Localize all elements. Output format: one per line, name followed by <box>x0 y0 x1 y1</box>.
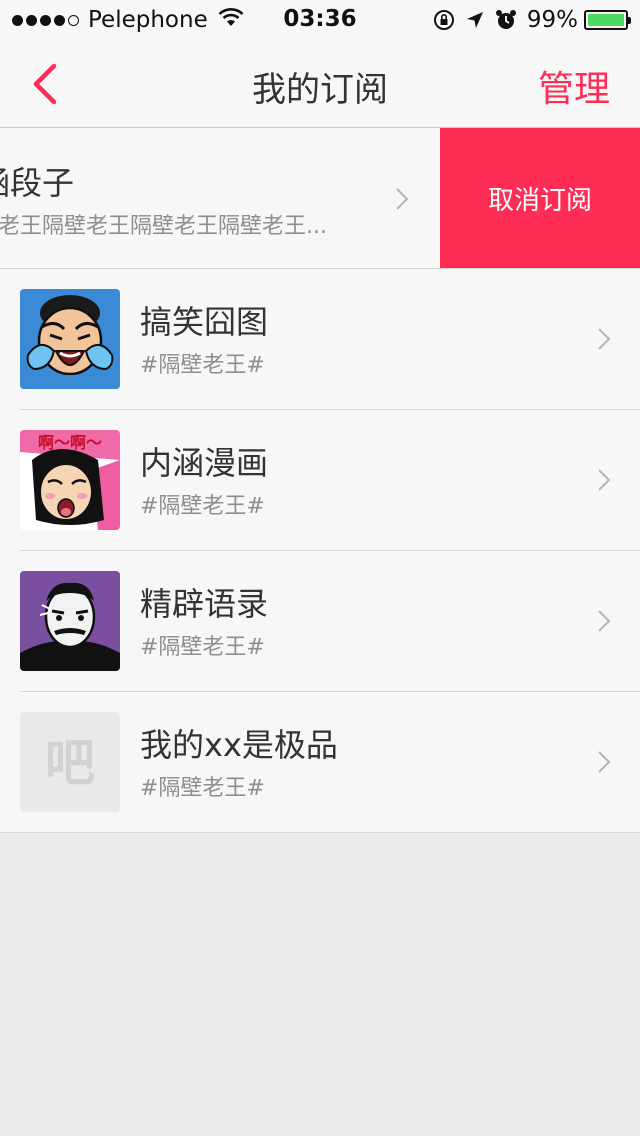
chevron-right-icon <box>396 188 409 210</box>
chevron-right-icon <box>598 469 611 491</box>
comic-girl-thumbnail: 啊～啊～ <box>20 430 120 530</box>
subscription-subtitle: #隔壁老王# <box>140 353 265 378</box>
chevron-right-icon <box>598 610 611 632</box>
status-bar: Pelephone 03:36 99% <box>0 0 640 40</box>
subscription-row[interactable]: 精辟语录 #隔壁老王# <box>0 551 640 692</box>
placeholder-ba-thumbnail: 吧 <box>20 712 120 812</box>
subscription-row[interactable]: 搞笑囧图 #隔壁老王# <box>0 269 640 410</box>
subscription-title: 内涵漫画 <box>140 444 269 482</box>
manage-button[interactable]: 管理 <box>538 60 610 112</box>
subscription-row[interactable]: 吧 我的xx是极品 #隔壁老王# <box>0 692 640 833</box>
subscription-row[interactable]: 啊～啊～ 内涵漫画 #隔壁老王# <box>0 410 640 551</box>
battery-icon <box>584 10 631 30</box>
subscription-subtitle: #隔壁老王# <box>140 635 265 660</box>
status-icons-group: 99% <box>423 6 631 34</box>
subscription-subtitle: #隔壁老王# <box>140 494 265 519</box>
subscription-subtitle: 老王隔壁老王隔壁老王隔壁老王... <box>0 214 327 239</box>
battery-level-fill <box>588 14 624 26</box>
subscription-title: 搞笑囧图 <box>140 303 269 341</box>
subscription-subtitle: #隔壁老王# <box>140 776 265 801</box>
unsubscribe-button[interactable]: 取消订阅 <box>440 128 640 268</box>
navigation-bar: 我的订阅 管理 <box>0 40 640 128</box>
chevron-right-icon <box>598 751 611 773</box>
row-divider <box>0 832 640 833</box>
subscription-list: 涵段子 老王隔壁老王隔壁老王隔壁老王... 取消订阅 <box>0 128 640 833</box>
subscription-title: 精辟语录 <box>140 585 269 623</box>
chevron-right-icon <box>598 328 611 350</box>
alarm-clock-icon <box>495 9 517 31</box>
battery-percent: 99% <box>526 7 578 33</box>
orientation-lock-icon <box>433 9 455 31</box>
subscription-row-swiped[interactable]: 涵段子 老王隔壁老王隔壁老王隔壁老王... 取消订阅 <box>0 128 640 269</box>
luxun-portrait-thumbnail <box>20 571 120 671</box>
thumbnail-shout-text: 啊～啊～ <box>38 433 102 452</box>
placeholder-ba-text: 吧 <box>45 734 95 792</box>
subscription-title: 我的xx是极品 <box>140 726 338 764</box>
location-arrow-icon <box>465 10 485 30</box>
subscription-title: 涵段子 <box>0 164 75 202</box>
crying-face-thumbnail <box>20 289 120 389</box>
